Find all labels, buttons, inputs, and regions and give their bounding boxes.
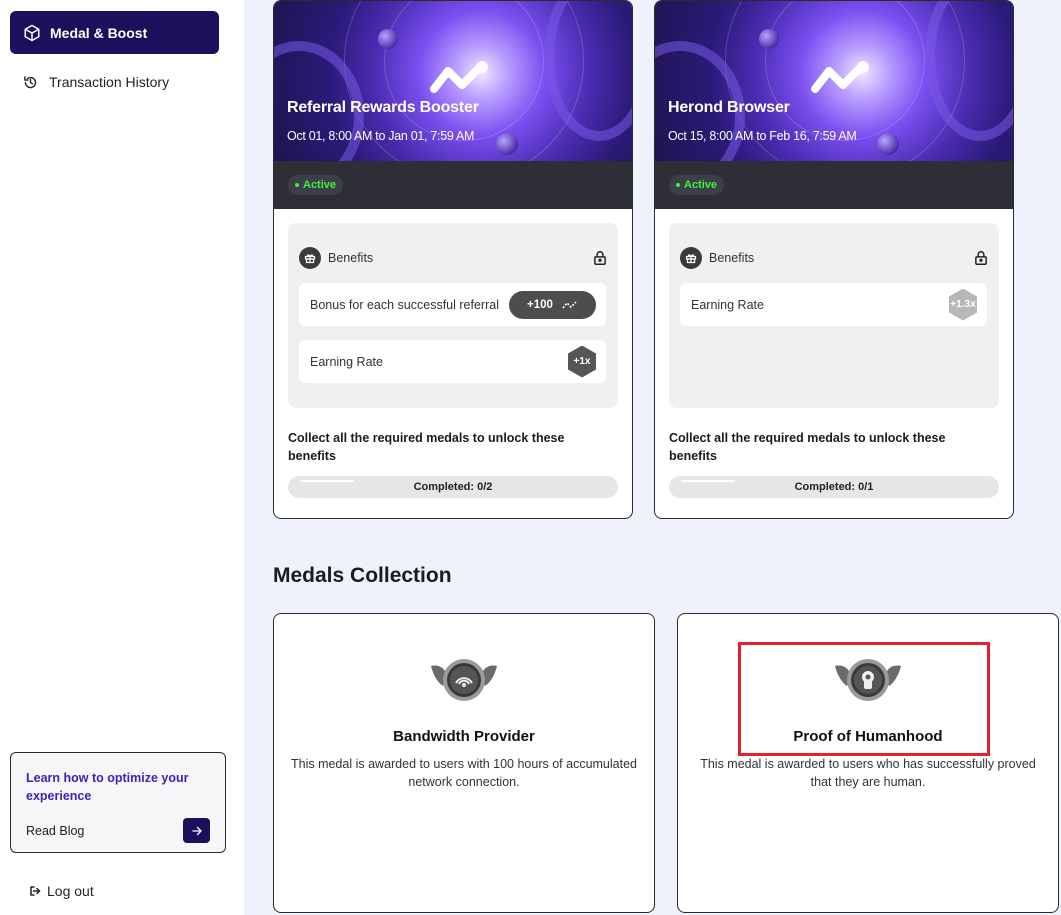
sidebar-item-label: Transaction History — [49, 74, 170, 90]
main-content: Referral Rewards Booster Oct 01, 8:00 AM… — [244, 0, 1061, 915]
highlight-box — [738, 642, 990, 756]
progress-bar: Completed: 0/2 — [288, 476, 618, 498]
benefits-box: Benefits Bonus for each successful refer… — [288, 223, 618, 408]
benefits-label: Benefits — [328, 251, 374, 265]
sidebar-item-transaction-history[interactable]: Transaction History — [10, 62, 219, 102]
nodepay-logo-icon — [430, 61, 488, 93]
lock-icon — [975, 251, 987, 266]
boost-card-referral: Referral Rewards Booster Oct 01, 8:00 AM… — [273, 0, 633, 519]
benefit-label: Bonus for each successful referral — [310, 297, 499, 312]
bandwidth-medal-icon — [431, 659, 497, 701]
benefits-box: Benefits Earning Rate +1.3x — [669, 223, 999, 408]
boost-banner: Herond Browser Oct 15, 8:00 AM to Feb 16… — [655, 1, 1013, 161]
benefit-row: Earning Rate +1x — [299, 340, 606, 383]
section-title: Medals Collection — [273, 564, 452, 587]
benefits-label: Benefits — [709, 251, 755, 265]
nodepay-logo-icon — [811, 61, 869, 93]
benefit-label: Earning Rate — [691, 297, 764, 312]
benefit-row: Bonus for each successful referral +100 — [299, 283, 606, 326]
collect-instructions: Collect all the required medals to unloc… — [669, 431, 946, 463]
sidebar-item-medal-boost[interactable]: Medal & Boost — [10, 11, 219, 54]
promo-title: Learn how to optimize your experience — [26, 771, 189, 803]
boost-card-herond: Herond Browser Oct 15, 8:00 AM to Feb 16… — [654, 0, 1014, 519]
sidebar: Medal & Boost Transaction History Learn … — [0, 0, 244, 915]
cube-icon — [24, 24, 40, 41]
arrow-right-icon — [191, 826, 202, 835]
gift-icon — [680, 247, 702, 269]
sidebar-item-label: Medal & Boost — [50, 24, 148, 41]
benefit-row: Earning Rate +1.3x — [680, 283, 987, 326]
status-bar: Active — [274, 161, 632, 209]
logout-label: Log out — [47, 883, 94, 899]
benefit-label: Earning Rate — [310, 354, 383, 369]
boost-date-range: Oct 01, 8:00 AM to Jan 01, 7:59 AM — [287, 129, 475, 143]
status-badge: Active — [669, 175, 725, 195]
multiplier-badge: +1x — [568, 345, 596, 378]
read-blog-button[interactable] — [183, 818, 210, 843]
boost-date-range: Oct 15, 8:00 AM to Feb 16, 7:59 AM — [668, 129, 857, 143]
read-blog-link[interactable]: Read Blog — [26, 824, 84, 838]
status-bar: Active — [655, 161, 1013, 209]
gift-icon — [299, 247, 321, 269]
status-badge: Active — [288, 175, 344, 195]
history-icon — [24, 75, 37, 88]
logout-button[interactable]: Log out — [29, 883, 94, 899]
medal-description: This medal is awarded to users who has s… — [700, 757, 1036, 789]
lock-icon — [594, 251, 606, 266]
progress-label: Completed: 0/1 — [794, 481, 874, 493]
boost-banner: Referral Rewards Booster Oct 01, 8:00 AM… — [274, 1, 632, 161]
promo-card: Learn how to optimize your experience Re… — [10, 752, 226, 853]
multiplier-badge: +1.3x — [949, 288, 977, 321]
progress-bar: Completed: 0/1 — [669, 476, 999, 498]
medal-description: This medal is awarded to users with 100 … — [290, 757, 637, 789]
nodepay-points-icon — [562, 300, 577, 308]
boost-title: Herond Browser — [668, 99, 790, 116]
medal-name: Bandwidth Provider — [393, 728, 535, 745]
logout-icon — [30, 886, 41, 896]
medal-card-bandwidth[interactable]: Bandwidth Provider This medal is awarded… — [273, 613, 655, 913]
boost-title: Referral Rewards Booster — [287, 99, 479, 116]
points-badge: +100 — [509, 290, 596, 319]
progress-label: Completed: 0/2 — [413, 481, 493, 493]
collect-instructions: Collect all the required medals to unloc… — [288, 431, 565, 463]
